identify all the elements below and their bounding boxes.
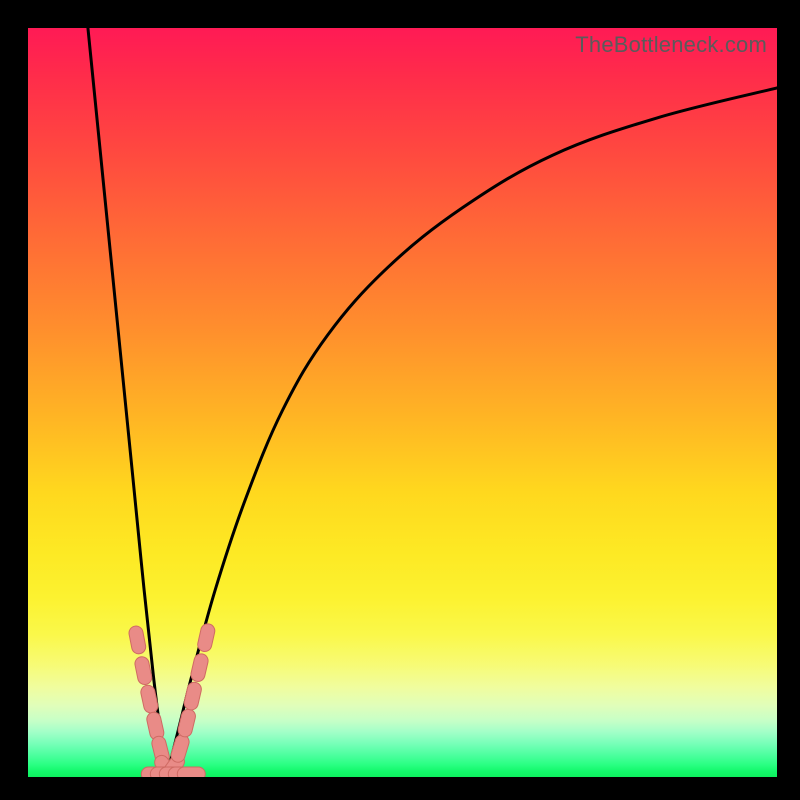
curve-left-branch <box>88 28 167 777</box>
data-marker <box>177 708 197 739</box>
data-marker <box>196 622 216 652</box>
data-marker <box>183 681 203 711</box>
data-marker <box>169 733 191 764</box>
data-marker <box>190 652 210 682</box>
curve-right-branch <box>167 88 777 777</box>
data-marker <box>128 625 147 655</box>
chart-plot-area: TheBottleneck.com <box>28 28 777 777</box>
chart-frame: TheBottleneck.com <box>0 0 800 800</box>
chart-svg <box>28 28 777 777</box>
data-marker <box>134 656 153 686</box>
data-marker <box>177 767 205 777</box>
